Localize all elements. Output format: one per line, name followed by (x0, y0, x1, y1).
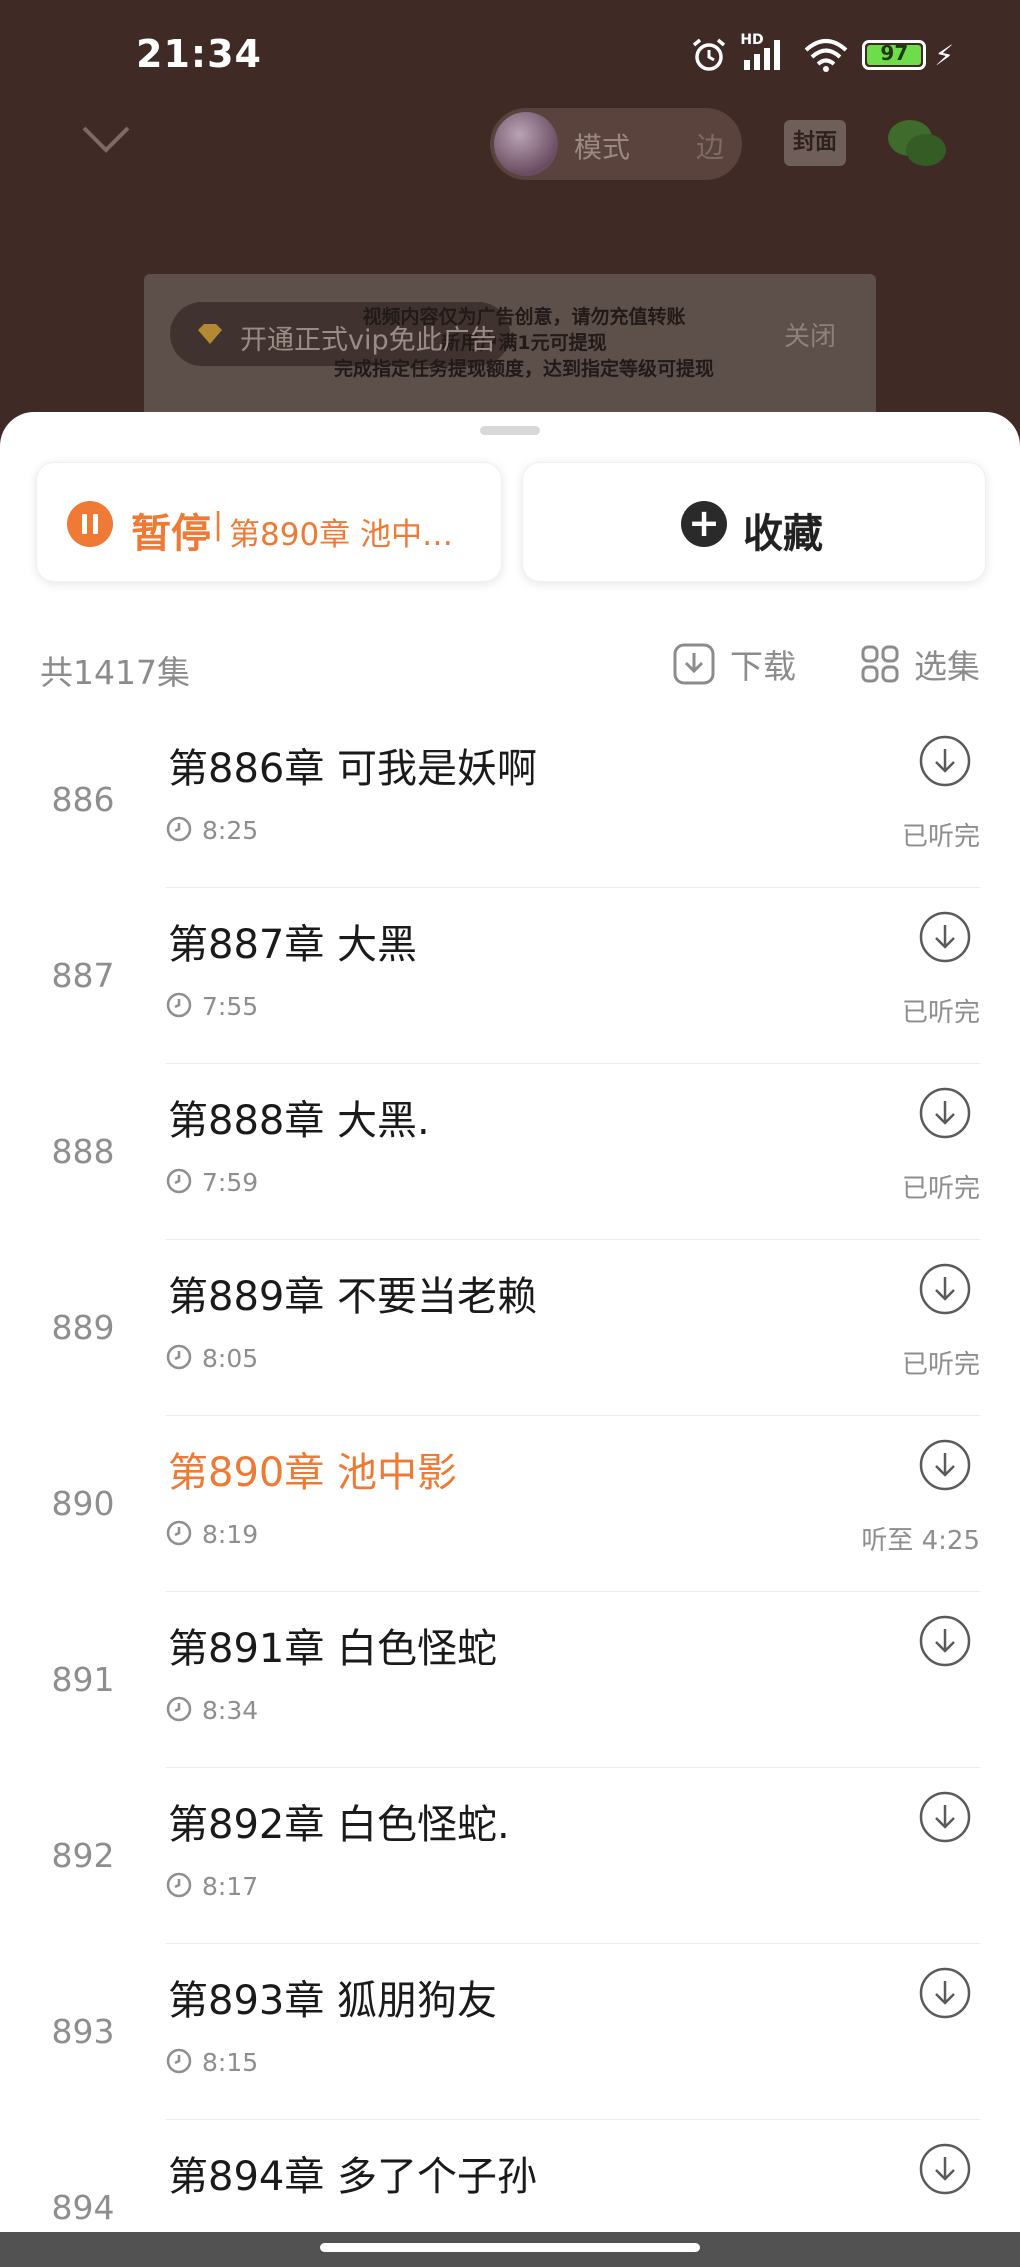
download-circle-icon[interactable] (918, 2142, 972, 2196)
chapter-duration: 8:05 (202, 1344, 259, 1373)
download-circle-icon[interactable] (918, 1790, 972, 1844)
chapter-number: 892 (51, 1836, 115, 1875)
pause-button[interactable]: 暂停 | 第890章 池中… (36, 462, 502, 582)
clock-icon (166, 1872, 192, 1898)
mode-label-trailing: 边 (696, 131, 725, 164)
diamond-icon (198, 324, 222, 344)
download-label: 下载 (730, 647, 796, 686)
grid-icon (861, 645, 899, 683)
chapter-number: 889 (51, 1308, 115, 1347)
chapter-duration: 7:55 (202, 992, 259, 1021)
chapter-duration: 8:19 (202, 1520, 259, 1549)
chapter-row[interactable]: 889 第889章 不要当老赖 8:05 已听完 (0, 1240, 1020, 1416)
chapter-sheet: 暂停 | 第890章 池中… + 收藏 共1417集 下载 选集 886 第88… (0, 412, 1020, 2232)
alarm-icon (693, 38, 726, 71)
chapter-row[interactable]: 894 第894章 多了个子孙 (0, 2120, 1020, 2232)
chapter-duration: 8:17 (202, 1872, 259, 1901)
download-circle-icon[interactable] (918, 910, 972, 964)
download-circle-icon[interactable] (918, 1966, 972, 2020)
clock-icon (166, 1344, 192, 1370)
chapter-number: 893 (51, 2012, 115, 2051)
pause-label: 暂停 (131, 511, 211, 557)
download-circle-icon[interactable] (918, 1262, 972, 1316)
favorite-label: 收藏 (743, 511, 823, 557)
chapter-title: 第893章 狐朋狗友 (168, 1978, 498, 2024)
download-circle-icon[interactable] (918, 734, 972, 788)
chapter-title: 第886章 可我是妖啊 (168, 746, 538, 792)
download-circle-icon[interactable] (918, 1086, 972, 1140)
wifi-icon (804, 39, 848, 72)
episode-count: 共1417集 (40, 653, 190, 692)
wechat-icon[interactable] (886, 116, 948, 170)
battery-level: 97 (880, 41, 909, 65)
chapter-list: 886 第886章 可我是妖啊 8:25 已听完 887 第887章 大黑 7:… (0, 712, 1020, 2232)
chapter-status: 已听完 (901, 822, 980, 852)
mode-label: 模式 (574, 131, 631, 164)
chapter-title: 第888章 大黑. (168, 1098, 430, 1144)
chapter-duration: 7:59 (202, 1168, 259, 1197)
download-circle-icon[interactable] (918, 1614, 972, 1668)
chapter-row[interactable]: 887 第887章 大黑 7:55 已听完 (0, 888, 1020, 1064)
chapter-number: 894 (51, 2188, 115, 2227)
current-chapter-label: 第890章 池中… (229, 517, 454, 553)
chapter-title: 第890章 池中影 (168, 1450, 458, 1496)
chevron-down-icon[interactable] (82, 120, 130, 160)
chapter-row[interactable]: 888 第888章 大黑. 7:59 已听完 (0, 1064, 1020, 1240)
ad-close-button[interactable]: 关闭 (784, 316, 836, 353)
chapter-status: 听至 4:25 (861, 1526, 980, 1556)
mode-toggle[interactable]: 模式 边 (490, 108, 742, 180)
chapter-number: 888 (51, 1132, 115, 1171)
chapter-number: 886 (51, 780, 115, 819)
drag-handle[interactable] (480, 426, 540, 435)
cover-button[interactable]: 封面 (784, 120, 846, 166)
chapter-row[interactable]: 891 第891章 白色怪蛇 8:34 (0, 1592, 1020, 1768)
chapter-row[interactable]: 893 第893章 狐朋狗友 8:15 (0, 1944, 1020, 2120)
chapter-number: 891 (51, 1660, 115, 1699)
clock-icon (166, 816, 192, 842)
chapter-status: 已听完 (901, 998, 980, 1028)
status-bar: 21:34 HD 97 ⚡︎ (0, 0, 1020, 110)
ad-vip-label[interactable]: 开通正式vip免此广告 (240, 318, 497, 357)
battery-icon: 97 (862, 40, 927, 70)
chapter-status: 已听完 (901, 1350, 980, 1380)
chapter-duration: 8:25 (202, 816, 259, 845)
pause-icon (67, 501, 113, 547)
download-circle-icon[interactable] (918, 1438, 972, 1492)
chapter-row[interactable]: 886 第886章 可我是妖啊 8:25 已听完 (0, 712, 1020, 888)
home-indicator[interactable] (320, 2243, 700, 2252)
chapter-row[interactable]: 892 第892章 白色怪蛇. 8:17 (0, 1768, 1020, 1944)
chapter-title: 第892章 白色怪蛇. (168, 1802, 510, 1848)
pause-separator: | (213, 507, 224, 542)
clock-icon (166, 992, 192, 1018)
download-icon (673, 643, 715, 685)
signal-icon: HD (740, 32, 790, 74)
status-icons: HD 97 ⚡︎ (690, 32, 954, 74)
select-label: 选集 (914, 647, 980, 686)
chapter-row[interactable]: 890 第890章 池中影 8:19 听至 4:25 (0, 1416, 1020, 1592)
clock-icon (166, 1520, 192, 1546)
chapter-title: 第891章 白色怪蛇 (168, 1626, 498, 1672)
clock-icon (166, 2048, 192, 2074)
select-episodes-button[interactable]: 选集 (860, 640, 980, 688)
charging-icon: ⚡︎ (934, 38, 954, 72)
plus-icon: + (681, 501, 727, 547)
clock-icon (166, 1168, 192, 1194)
chapter-number: 890 (51, 1484, 115, 1523)
narrator-avatar (494, 112, 558, 176)
chapter-duration: 8:34 (202, 1696, 259, 1725)
chapter-title: 第894章 多了个子孙 (168, 2154, 538, 2200)
favorite-button[interactable]: + 收藏 (522, 462, 986, 582)
chapter-status: 已听完 (901, 1174, 980, 1204)
chapter-number: 887 (51, 956, 115, 995)
clock-icon (166, 1696, 192, 1722)
chapter-duration: 8:15 (202, 2048, 259, 2077)
chapter-title: 第887章 大黑 (168, 922, 418, 968)
status-time: 21:34 (136, 32, 262, 76)
download-button[interactable]: 下载 (672, 640, 796, 688)
chapter-title: 第889章 不要当老赖 (168, 1274, 538, 1320)
